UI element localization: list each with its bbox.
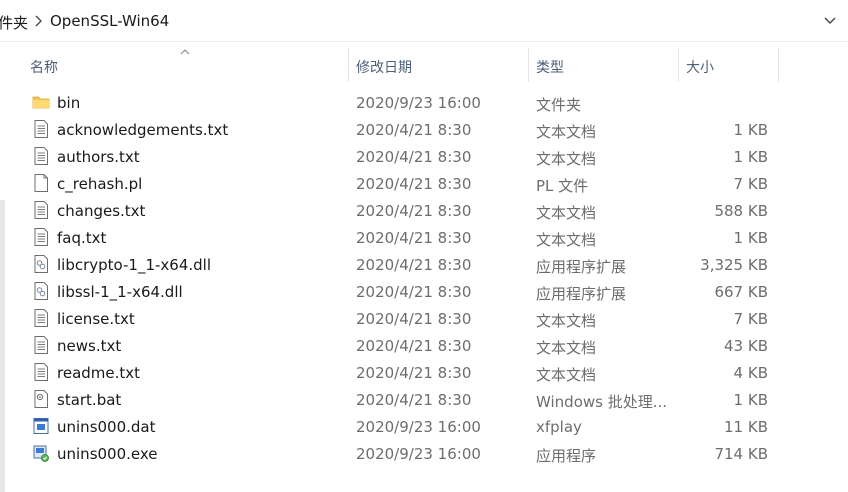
file-size: 1 KB xyxy=(733,121,768,139)
file-size: 1 KB xyxy=(733,391,768,409)
file-type: xfplay xyxy=(536,418,582,436)
column-header: 名称 修改日期 类型 大小 xyxy=(0,42,848,88)
folder-icon xyxy=(32,92,50,112)
column-divider[interactable] xyxy=(678,48,679,82)
file-row[interactable]: start.bat 2020/4/21 8:30 Windows 批处理... 1 K… xyxy=(0,386,848,413)
file-row[interactable]: license.txt 2020/4/21 8:30 文本文档 7 KB xyxy=(0,305,848,332)
file-name[interactable]: license.txt xyxy=(57,310,135,328)
dll-file-icon xyxy=(32,254,50,274)
blank-file-icon xyxy=(32,173,50,193)
file-type: 文本文档 xyxy=(536,339,597,357)
file-date: 2020/4/21 8:30 xyxy=(356,391,472,409)
file-type: 应用程序扩展 xyxy=(536,258,627,276)
file-row[interactable]: unins000.dat 2020/9/23 16:00 xfplay 11 KB xyxy=(0,413,848,440)
text-file-icon xyxy=(32,362,50,382)
file-name[interactable]: readme.txt xyxy=(57,364,140,382)
file-date: 2020/4/21 8:30 xyxy=(356,175,472,193)
sort-up-icon xyxy=(180,49,190,55)
address-bar[interactable]: 件夹 OpenSSL-Win64 xyxy=(0,0,848,42)
dll-file-icon xyxy=(32,281,50,301)
file-size: 1 KB xyxy=(733,229,768,247)
file-row[interactable]: libssl-1_1-x64.dll 2020/4/21 8:30 应用程序扩展 66… xyxy=(0,278,848,305)
column-divider[interactable] xyxy=(348,48,349,82)
file-type: 应用程序扩展 xyxy=(536,285,627,303)
file-row[interactable]: news.txt 2020/4/21 8:30 文本文档 43 KB xyxy=(0,332,848,359)
file-name[interactable]: acknowledgements.txt xyxy=(57,121,228,139)
text-file-icon xyxy=(32,308,50,328)
chevron-down-icon[interactable] xyxy=(822,15,838,27)
file-type: 应用程序 xyxy=(536,447,597,465)
file-row[interactable]: changes.txt 2020/4/21 8:30 文本文档 588 KB xyxy=(0,197,848,224)
file-date: 2020/4/21 8:30 xyxy=(356,202,472,220)
file-name[interactable]: unins000.exe xyxy=(57,445,158,463)
file-name[interactable]: news.txt xyxy=(57,337,121,355)
file-date: 2020/4/21 8:30 xyxy=(356,256,472,274)
file-name[interactable]: start.bat xyxy=(57,391,121,409)
dat-file-icon xyxy=(32,416,50,436)
file-name[interactable]: libssl-1_1-x64.dll xyxy=(57,283,183,301)
file-size: 7 KB xyxy=(733,310,768,328)
column-date[interactable]: 修改日期 xyxy=(356,57,412,77)
breadcrumb-current[interactable]: OpenSSL-Win64 xyxy=(50,12,169,30)
file-row[interactable]: unins000.exe 2020/9/23 16:00 应用程序 714 KB xyxy=(0,440,848,467)
file-type: 文本文档 xyxy=(536,123,597,141)
file-name[interactable]: c_rehash.pl xyxy=(57,175,142,193)
file-row[interactable]: c_rehash.pl 2020/4/21 8:30 PL 文件 7 KB xyxy=(0,170,848,197)
file-date: 2020/4/21 8:30 xyxy=(356,283,472,301)
text-file-icon xyxy=(32,146,50,166)
breadcrumb-parent[interactable]: 件夹 xyxy=(0,12,28,33)
file-date: 2020/4/21 8:30 xyxy=(356,148,472,166)
file-type: 文本文档 xyxy=(536,366,597,384)
file-date: 2020/4/21 8:30 xyxy=(356,310,472,328)
file-name[interactable]: faq.txt xyxy=(57,229,106,247)
file-date: 2020/9/23 16:00 xyxy=(356,94,481,112)
file-row[interactable]: bin 2020/9/23 16:00 文件夹 xyxy=(0,89,848,116)
chevron-right-icon xyxy=(35,15,42,27)
file-size: 7 KB xyxy=(733,175,768,193)
file-date: 2020/9/23 16:00 xyxy=(356,445,481,463)
file-type: 文本文档 xyxy=(536,204,597,222)
file-size: 4 KB xyxy=(733,364,768,382)
file-size: 11 KB xyxy=(724,418,768,436)
column-divider[interactable] xyxy=(528,48,529,82)
column-type[interactable]: 类型 xyxy=(536,57,564,77)
file-row[interactable]: acknowledgements.txt 2020/4/21 8:30 文本文档 1 … xyxy=(0,116,848,143)
file-size: 43 KB xyxy=(724,337,768,355)
text-file-icon xyxy=(32,227,50,247)
file-date: 2020/9/23 16:00 xyxy=(356,418,481,436)
installer-icon xyxy=(32,443,50,463)
file-row[interactable]: authors.txt 2020/4/21 8:30 文本文档 1 KB xyxy=(0,143,848,170)
file-size: 714 KB xyxy=(714,445,768,463)
file-date: 2020/4/21 8:30 xyxy=(356,121,472,139)
file-date: 2020/4/21 8:30 xyxy=(356,229,472,247)
file-type: 文本文档 xyxy=(536,312,597,330)
file-name[interactable]: authors.txt xyxy=(57,148,140,166)
file-name[interactable]: changes.txt xyxy=(57,202,145,220)
bat-file-icon xyxy=(32,389,50,409)
text-file-icon xyxy=(32,335,50,355)
file-name[interactable]: libcrypto-1_1-x64.dll xyxy=(57,256,211,274)
file-type: 文件夹 xyxy=(536,96,582,114)
file-type: PL 文件 xyxy=(536,177,589,195)
file-size: 3,325 KB xyxy=(700,256,768,274)
text-file-icon xyxy=(32,119,50,139)
file-type: 文本文档 xyxy=(536,231,597,249)
file-row[interactable]: readme.txt 2020/4/21 8:30 文本文档 4 KB xyxy=(0,359,848,386)
file-size: 588 KB xyxy=(714,202,768,220)
file-size: 1 KB xyxy=(733,148,768,166)
column-name[interactable]: 名称 xyxy=(30,57,58,77)
file-size: 667 KB xyxy=(714,283,768,301)
column-divider[interactable] xyxy=(778,48,779,82)
column-size[interactable]: 大小 xyxy=(686,57,714,77)
file-date: 2020/4/21 8:30 xyxy=(356,337,472,355)
file-explorer: 件夹 OpenSSL-Win64 名称 修改日期 类型 大小 bin 2020/9… xyxy=(0,0,848,492)
file-row[interactable]: libcrypto-1_1-x64.dll 2020/4/21 8:30 应用程序扩… xyxy=(0,251,848,278)
text-file-icon xyxy=(32,200,50,220)
file-name[interactable]: unins000.dat xyxy=(57,418,156,436)
file-name[interactable]: bin xyxy=(57,94,80,112)
file-date: 2020/4/21 8:30 xyxy=(356,364,472,382)
file-type: 文本文档 xyxy=(536,150,597,168)
file-row[interactable]: faq.txt 2020/4/21 8:30 文本文档 1 KB xyxy=(0,224,848,251)
